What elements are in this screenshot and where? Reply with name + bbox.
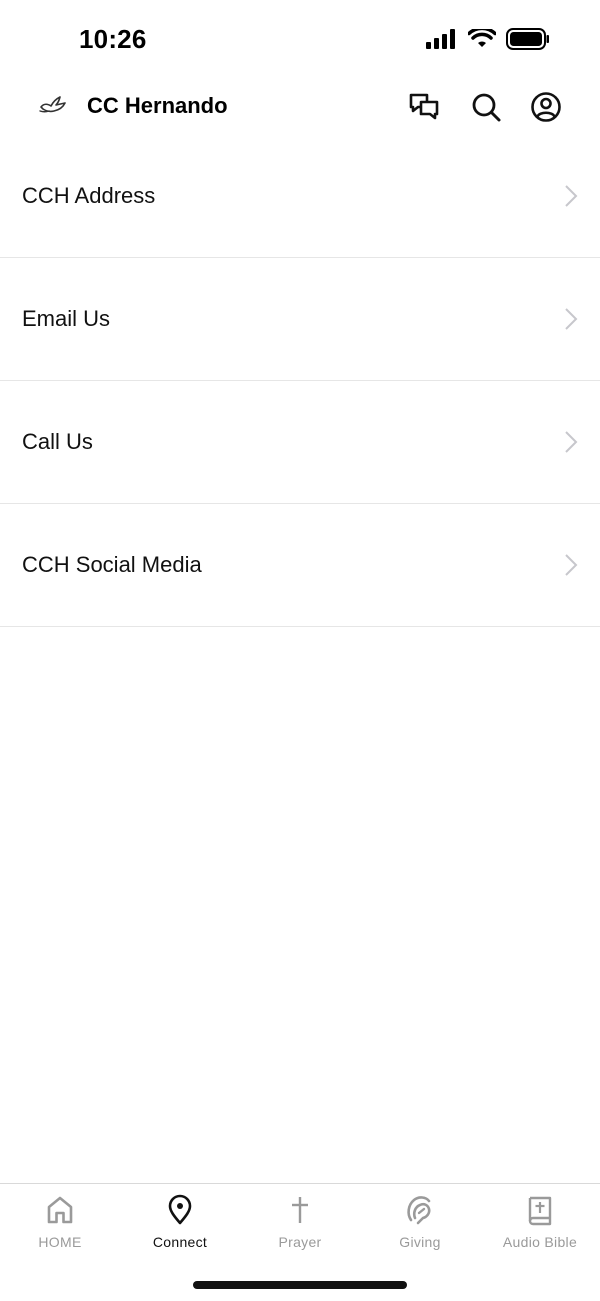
- battery-icon: [506, 28, 549, 50]
- menu-item-label: CCH Social Media: [22, 552, 202, 577]
- menu-item-cch-social-media[interactable]: CCH Social Media: [0, 504, 600, 627]
- tab-label: HOME: [38, 1234, 82, 1250]
- cellular-signal-icon: [426, 29, 455, 49]
- tab-prayer[interactable]: Prayer: [240, 1184, 360, 1264]
- menu-item-label: Email Us: [22, 306, 111, 331]
- tab-connect[interactable]: Connect: [120, 1184, 240, 1264]
- tab-giving[interactable]: Giving: [360, 1184, 480, 1264]
- tab-label: Connect: [152, 1234, 208, 1250]
- menu-item-email-us[interactable]: Email Us: [0, 258, 600, 381]
- giving-icon: [407, 1196, 431, 1225]
- tab-label: Giving: [399, 1234, 441, 1250]
- menu-item-cch-address[interactable]: CCH Address: [0, 135, 600, 258]
- chat-icon: [409, 93, 439, 120]
- bible-icon: [528, 1196, 552, 1226]
- app-title: CC Hernando: [87, 93, 228, 118]
- bottom-tab-bar: HOME Connect Prayer Giving Audio Bible: [0, 1183, 600, 1301]
- home-indicator: [193, 1281, 407, 1289]
- chevron-right-icon: [565, 431, 578, 453]
- tab-label: Audio Bible: [502, 1234, 578, 1250]
- status-time: 10:26: [79, 24, 147, 54]
- chevron-right-icon: [565, 185, 578, 207]
- profile-button[interactable]: [529, 90, 563, 124]
- search-icon: [472, 93, 501, 122]
- profile-icon: [531, 92, 561, 122]
- home-icon: [47, 1196, 73, 1224]
- connect-menu-list: CCH Address Email Us Call Us CCH Social …: [0, 135, 600, 627]
- tab-label: Prayer: [278, 1234, 322, 1250]
- wifi-icon: [468, 29, 496, 47]
- status-bar: 10:26: [0, 0, 600, 82]
- menu-item-call-us[interactable]: Call Us: [0, 381, 600, 504]
- app-header: CC Hernando: [0, 82, 600, 132]
- dove-icon: [39, 96, 66, 113]
- chevron-right-icon: [565, 554, 578, 576]
- search-button[interactable]: [469, 90, 503, 124]
- menu-item-label: CCH Address: [22, 183, 156, 208]
- location-pin-icon: [168, 1194, 192, 1225]
- menu-item-label: Call Us: [22, 429, 93, 454]
- chevron-right-icon: [565, 308, 578, 330]
- chat-button[interactable]: [407, 90, 441, 124]
- cross-icon: [292, 1197, 308, 1223]
- tab-home[interactable]: HOME: [0, 1184, 120, 1264]
- tab-audio-bible[interactable]: Audio Bible: [480, 1184, 600, 1264]
- status-icons: [426, 28, 550, 50]
